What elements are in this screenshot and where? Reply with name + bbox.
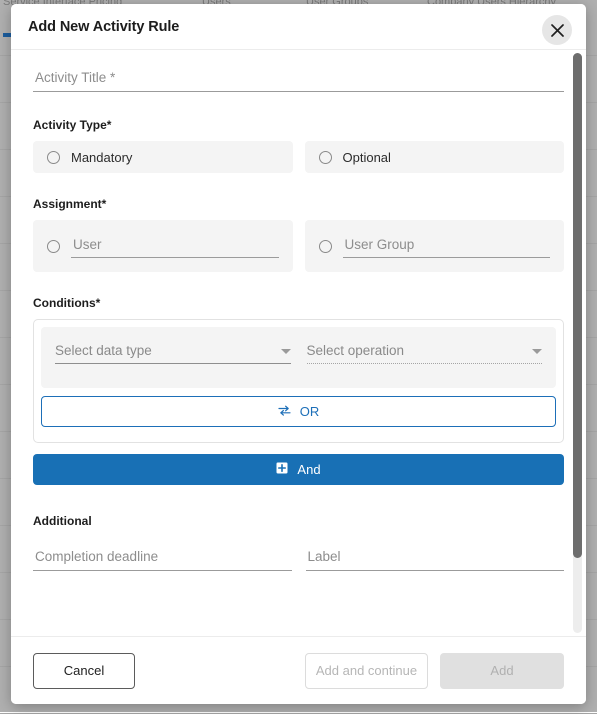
additional-label: Additional bbox=[33, 514, 564, 528]
cancel-button[interactable]: Cancel bbox=[33, 653, 135, 689]
chevron-down-icon bbox=[281, 349, 291, 354]
activity-type-option-optional[interactable]: Optional bbox=[305, 141, 565, 173]
assignment-option-user[interactable] bbox=[33, 220, 293, 272]
radio-icon[interactable] bbox=[47, 240, 60, 253]
add-and-continue-button[interactable]: Add and continue bbox=[305, 653, 428, 689]
and-button-label: And bbox=[297, 462, 320, 477]
close-button[interactable] bbox=[542, 15, 572, 45]
activity-type-option-label: Optional bbox=[343, 150, 391, 165]
operation-select-value: Select operation bbox=[307, 343, 533, 358]
plus-box-icon bbox=[276, 462, 288, 477]
radio-icon[interactable] bbox=[319, 151, 332, 164]
activity-type-options: Mandatory Optional bbox=[33, 141, 564, 173]
completion-deadline-input[interactable] bbox=[33, 545, 292, 571]
close-icon bbox=[551, 24, 564, 37]
assignment-user-group-input[interactable] bbox=[343, 234, 551, 258]
radio-icon[interactable] bbox=[319, 240, 332, 253]
activity-title-input[interactable] bbox=[33, 66, 564, 92]
operation-select[interactable]: Select operation bbox=[307, 343, 543, 364]
activity-type-option-label: Mandatory bbox=[71, 150, 132, 165]
dialog-title: Add New Activity Rule bbox=[28, 19, 179, 35]
assignment-user-input[interactable] bbox=[71, 234, 279, 258]
conditions-panel: Select data type Select operation OR bbox=[33, 319, 564, 443]
add-or-condition-button[interactable]: OR bbox=[41, 396, 556, 427]
activity-type-option-mandatory[interactable]: Mandatory bbox=[33, 141, 293, 173]
swap-arrows-icon bbox=[278, 404, 291, 419]
chevron-down-icon bbox=[532, 349, 542, 354]
assignment-label: Assignment* bbox=[33, 197, 564, 211]
spacer bbox=[41, 427, 556, 435]
dialog-body: Activity Type* Mandatory Optional Assign… bbox=[11, 49, 586, 636]
radio-icon[interactable] bbox=[47, 151, 60, 164]
or-button-label: OR bbox=[300, 404, 320, 419]
add-and-condition-button[interactable]: And bbox=[33, 454, 564, 485]
activity-type-label: Activity Type* bbox=[33, 118, 564, 132]
add-activity-rule-dialog: Add New Activity Rule Activity Type* Man… bbox=[11, 4, 586, 704]
assignment-option-user-group[interactable] bbox=[305, 220, 565, 272]
assignment-options bbox=[33, 220, 564, 272]
data-type-select[interactable]: Select data type bbox=[55, 343, 291, 364]
data-type-select-value: Select data type bbox=[55, 343, 281, 358]
conditions-label: Conditions* bbox=[33, 296, 564, 310]
additional-fields bbox=[33, 545, 564, 571]
activity-title-field-wrapper bbox=[33, 66, 564, 92]
condition-row: Select data type Select operation bbox=[41, 327, 556, 388]
dialog-footer: Cancel Add and continue Add bbox=[11, 636, 586, 704]
add-button[interactable]: Add bbox=[440, 653, 564, 689]
label-input[interactable] bbox=[306, 545, 565, 571]
scrollbar-thumb[interactable] bbox=[573, 53, 582, 558]
dialog-header: Add New Activity Rule bbox=[11, 4, 586, 49]
